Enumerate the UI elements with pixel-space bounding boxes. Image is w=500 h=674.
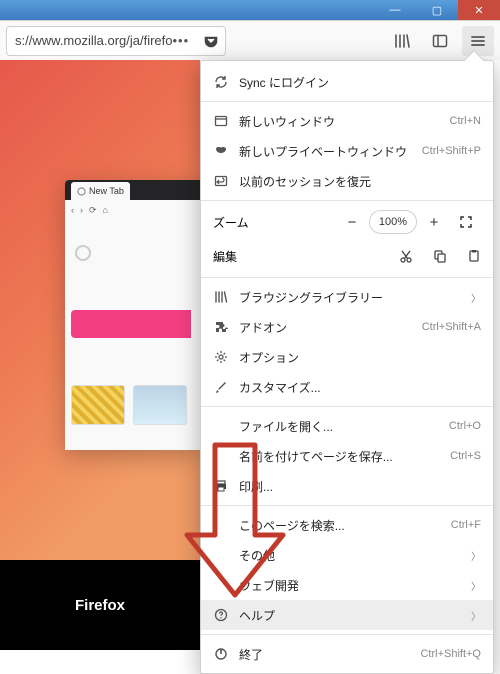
menu-addons[interactable]: アドオン Ctrl+Shift+A bbox=[201, 312, 493, 342]
sidebar-button[interactable] bbox=[424, 26, 456, 56]
menu-sync[interactable]: Sync にログイン bbox=[201, 67, 493, 97]
menu-options[interactable]: オプション bbox=[201, 342, 493, 372]
menu-help[interactable]: ヘルプ 〉 bbox=[201, 600, 493, 630]
menu-print[interactable]: 印刷... bbox=[201, 471, 493, 501]
library-button[interactable] bbox=[386, 26, 418, 56]
zoom-in-button[interactable]: + bbox=[419, 210, 449, 234]
fullscreen-button[interactable] bbox=[451, 210, 481, 234]
menu-quit[interactable]: 終了 Ctrl+Shift+Q bbox=[201, 639, 493, 669]
menu-more[interactable]: その他 〉 bbox=[201, 540, 493, 570]
menu-web-developer[interactable]: ウェブ開発 〉 bbox=[201, 570, 493, 600]
menu-library[interactable]: ブラウジングライブラリー 〉 bbox=[201, 282, 493, 312]
paintbrush-icon bbox=[213, 379, 229, 395]
edit-label: 編集 bbox=[213, 248, 269, 265]
menu-new-window[interactable]: 新しいウィンドウ Ctrl+N bbox=[201, 106, 493, 136]
menu-restore-session[interactable]: 以前のセッションを復元 bbox=[201, 166, 493, 196]
url-text: s://www.mozilla.org/ja/firefo bbox=[15, 33, 173, 48]
brand-text: Firefox bbox=[75, 597, 125, 614]
paste-icon[interactable] bbox=[467, 249, 481, 263]
sync-icon bbox=[213, 74, 229, 90]
app-menu-panel: Sync にログイン 新しいウィンドウ Ctrl+N 新しいプライベートウィンド… bbox=[200, 60, 494, 674]
chevron-right-icon: 〉 bbox=[471, 290, 481, 305]
power-icon bbox=[213, 646, 229, 662]
page-actions-icon[interactable]: ••• bbox=[173, 33, 190, 48]
menu-zoom-row: ズーム − 100% + bbox=[201, 205, 493, 239]
zoom-label: ズーム bbox=[213, 214, 269, 231]
mask-icon bbox=[213, 143, 229, 159]
menu-edit-row: 編集 bbox=[201, 239, 493, 273]
menu-save-page-as[interactable]: 名前を付けてページを保存... Ctrl+S bbox=[201, 441, 493, 471]
menu-open-file[interactable]: ファイルを開く... Ctrl+O bbox=[201, 411, 493, 441]
zoom-out-button[interactable]: − bbox=[337, 210, 367, 234]
zoom-value[interactable]: 100% bbox=[369, 210, 417, 234]
restore-icon bbox=[213, 173, 229, 189]
hamburger-menu-button[interactable] bbox=[462, 26, 494, 56]
window-minimize-button[interactable]: — bbox=[374, 0, 416, 20]
window-titlebar: — ▢ ✕ bbox=[0, 0, 500, 20]
cut-icon[interactable] bbox=[399, 249, 413, 263]
page-footer: Firefox bbox=[0, 560, 200, 650]
addons-icon bbox=[213, 319, 229, 335]
menu-customize[interactable]: カスタマイズ... bbox=[201, 372, 493, 402]
browser-toolbar: s://www.mozilla.org/ja/firefo ••• bbox=[0, 20, 500, 60]
copy-icon[interactable] bbox=[433, 249, 447, 263]
chevron-right-icon: 〉 bbox=[471, 578, 481, 593]
chevron-right-icon: 〉 bbox=[471, 548, 481, 563]
url-input[interactable]: s://www.mozilla.org/ja/firefo ••• bbox=[6, 26, 226, 56]
menu-new-private-window[interactable]: 新しいプライベートウィンドウ Ctrl+Shift+P bbox=[201, 136, 493, 166]
window-icon bbox=[213, 113, 229, 129]
inset-browser-mock: New Tab ‹›⟳⌂ bbox=[65, 180, 200, 450]
window-maximize-button[interactable]: ▢ bbox=[416, 0, 458, 20]
pocket-icon[interactable] bbox=[203, 33, 219, 49]
help-icon bbox=[213, 607, 229, 623]
library-icon bbox=[213, 289, 229, 305]
print-icon bbox=[213, 478, 229, 494]
inset-tab-newtab: New Tab bbox=[71, 182, 130, 200]
chevron-right-icon: 〉 bbox=[471, 608, 481, 623]
window-close-button[interactable]: ✕ bbox=[458, 0, 500, 20]
gear-icon bbox=[213, 349, 229, 365]
menu-find-in-page[interactable]: このページを検索... Ctrl+F bbox=[201, 510, 493, 540]
